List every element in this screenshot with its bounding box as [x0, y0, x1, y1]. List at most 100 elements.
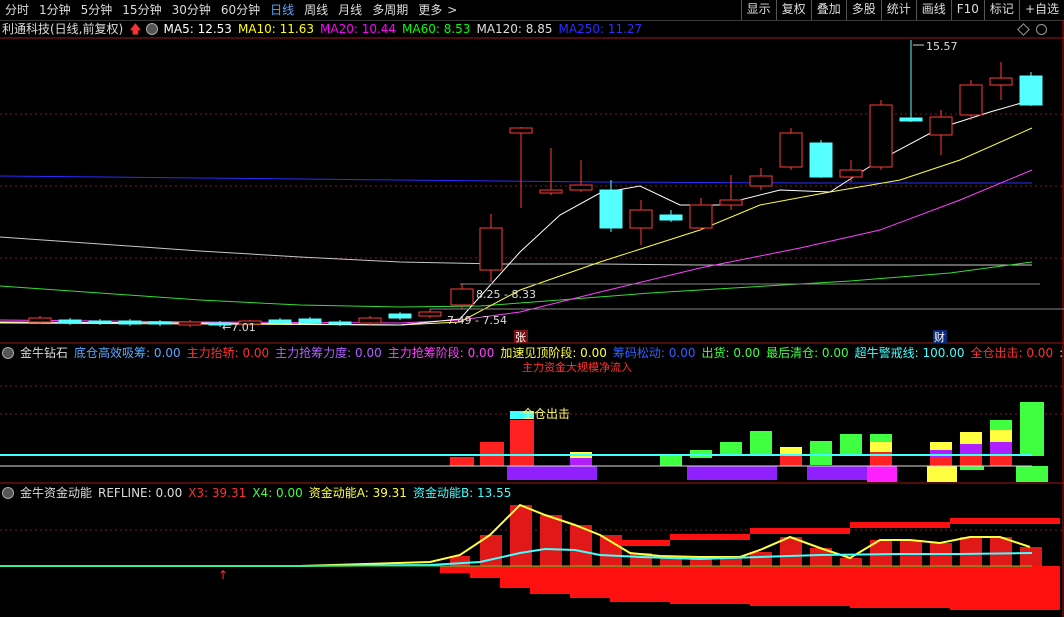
legend-item-2: 主力抢筹力度: 0.00	[275, 346, 382, 360]
full-attack-label: 全仓出击	[522, 406, 570, 421]
legend-item-3: MA60: 8.53	[402, 22, 471, 36]
momentum-bar	[1020, 547, 1042, 566]
positive-band	[750, 528, 850, 534]
candle-body	[358, 317, 382, 324]
indicator1-bar	[750, 431, 772, 456]
candle-body	[418, 311, 442, 317]
candle-body	[809, 142, 833, 178]
legend-item-1: X3: 39.31	[188, 486, 247, 500]
circle-icon[interactable]	[1036, 24, 1047, 35]
candle-body	[388, 313, 412, 319]
red-arrow-icon[interactable]: 🡅	[129, 20, 141, 38]
negative-bar	[440, 566, 470, 573]
indicator1-bar	[990, 442, 1012, 454]
indicator1-bar	[1016, 466, 1048, 482]
negative-bar	[950, 566, 1060, 610]
indicator1-bar	[930, 442, 952, 450]
cai-badge[interactable]: 财	[933, 330, 947, 344]
indicator1-bar	[720, 442, 742, 456]
indicator1-name[interactable]: 金牛钻石	[20, 344, 68, 362]
candle-body	[929, 116, 953, 136]
legend-item-0: REFLINE: 0.00	[98, 486, 183, 500]
legend-item-2: MA20: 10.44	[320, 22, 397, 36]
zhang-badge[interactable]: 张	[514, 330, 528, 344]
legend-item-5: 筹码松动: 0.00	[612, 346, 696, 360]
indicator1-bar	[840, 434, 862, 456]
negative-bar	[570, 566, 610, 598]
legend-item-0: MA5: 12.53	[163, 22, 232, 36]
indicator1-bar	[930, 458, 952, 466]
indicator2-name[interactable]: 金牛资金动能	[20, 484, 92, 502]
legend-item-2: X4: 0.00	[252, 486, 303, 500]
candle-body	[58, 319, 82, 324]
settings-icon[interactable]	[2, 347, 14, 359]
momentum-bar	[600, 535, 622, 566]
legend-item-5: MA250: 11.27	[558, 22, 643, 36]
legend-item-7: 最后清仓: 0.00	[766, 346, 849, 360]
kline-chart[interactable]: 15.57 8.25 - 8.33 7.49 - 7.54 ←7.01 张 财 …	[0, 0, 1064, 617]
candle-body	[118, 320, 142, 325]
legend-item-8: 超牛警戒线: 100.00	[854, 346, 965, 360]
negative-bar	[670, 566, 750, 604]
legend-item-1: MA10: 11.63	[237, 22, 314, 36]
candle-body	[298, 318, 322, 324]
indicator1-bar	[780, 447, 802, 455]
positive-band	[610, 540, 670, 546]
indicator1-bar	[927, 466, 957, 482]
indicator1-bar	[570, 458, 592, 466]
momentum-bar	[780, 537, 802, 566]
indicator1-legend: 金牛钻石 底仓高效吸筹: 0.00 主力抬轿: 0.00 主力抢筹力度: 0.00 主…	[0, 344, 1064, 362]
candle-body	[450, 288, 474, 306]
high-marker: 15.57	[910, 40, 958, 119]
range-label-2: 7.49 - 7.54	[447, 314, 507, 327]
legend-item-10: : 0.00	[1059, 346, 1064, 360]
candle-body	[28, 317, 52, 323]
indicator1-bar	[507, 466, 597, 480]
settings-icon[interactable]	[145, 23, 158, 35]
indicator1-bar	[870, 434, 892, 442]
positive-band	[850, 522, 950, 528]
indicator1-bar	[1020, 402, 1044, 456]
ma250-line	[0, 175, 1032, 184]
candle-body	[959, 84, 983, 116]
candle-body	[479, 227, 503, 271]
legend-item-9: 全仓出击: 0.00	[970, 346, 1054, 360]
candle-body	[569, 184, 593, 191]
candle-body	[839, 169, 863, 178]
negative-bar	[850, 566, 950, 608]
candle-body	[749, 175, 773, 187]
negative-bar	[750, 566, 850, 606]
indicator2-legend: 金牛资金动能 REFLINE: 0.00 X3: 39.31 X4: 0.00 资金动…	[0, 484, 517, 502]
legend-item-4: 资金动能B: 13.55	[412, 486, 512, 500]
indicator1-bar	[687, 466, 777, 480]
candle-body	[539, 189, 563, 194]
indicator1-bar	[990, 420, 1012, 430]
positive-band	[950, 518, 1060, 524]
indicator1-bar	[960, 466, 984, 470]
momentum-bar	[990, 537, 1012, 566]
candle-body	[689, 204, 713, 229]
candle-body	[779, 132, 803, 168]
legend-item-3: 主力抢筹阶段: 0.00	[387, 346, 495, 360]
negative-bar	[610, 566, 670, 602]
legend-item-6: 出货: 0.00	[701, 346, 761, 360]
momentum-bar	[750, 552, 772, 566]
momentum-bar	[960, 537, 982, 566]
settings-icon[interactable]	[2, 487, 14, 499]
candle-body	[599, 189, 623, 229]
indicator1-bar	[510, 420, 534, 466]
indicator1-bar	[960, 432, 982, 444]
up-arrow-icon: ↑	[218, 568, 228, 582]
candle-body	[659, 214, 683, 221]
stock-title[interactable]: 利通科技(日线,前复权)	[2, 20, 123, 38]
candle-body	[148, 321, 172, 325]
indicator1-bar	[810, 441, 832, 465]
indicator1-bar	[630, 458, 652, 466]
svg-text:财: 财	[934, 330, 945, 344]
positive-band	[670, 534, 750, 540]
indicator1-bar	[807, 466, 867, 480]
candle-body	[509, 127, 533, 134]
negative-bar	[500, 566, 530, 588]
indicator1-bar	[867, 466, 897, 482]
momentum-bar	[900, 540, 922, 566]
